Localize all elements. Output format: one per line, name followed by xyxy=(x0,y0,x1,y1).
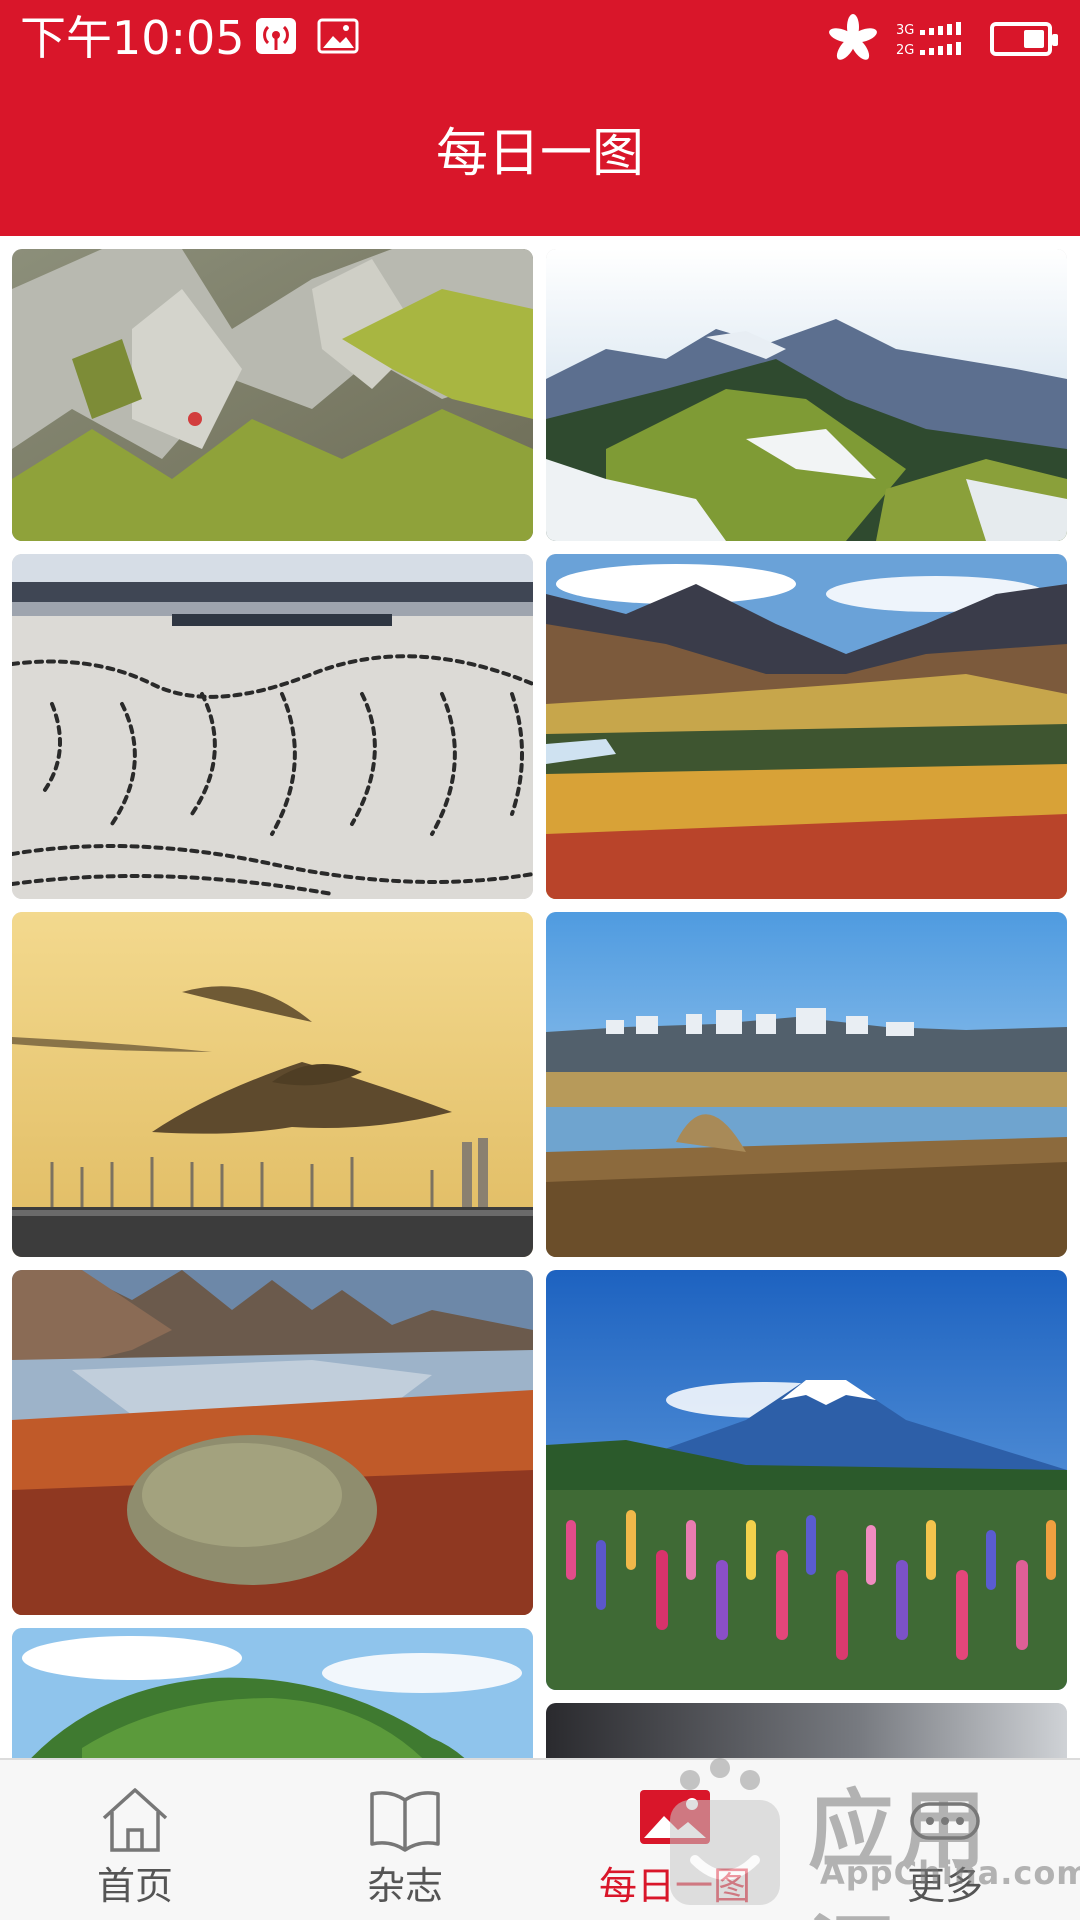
photo-tile-forest[interactable] xyxy=(12,1628,533,1758)
tab-label: 杂志 xyxy=(366,1864,443,1908)
watermark-title: 应用汇 xyxy=(808,1781,992,1920)
photo-tile-autumn-valley[interactable] xyxy=(546,554,1067,899)
wifi-hotspot-icon xyxy=(256,18,296,54)
appchina-logo-icon xyxy=(670,1758,780,1905)
appchina-watermark: 应用汇 AppChina.com xyxy=(630,1740,1080,1920)
photo-tile-fuji-flowers[interactable] xyxy=(546,1270,1067,1690)
tab-magazine[interactable]: 杂志 xyxy=(270,1760,540,1920)
svg-text:3G: 3G xyxy=(896,23,914,38)
photo-image xyxy=(546,554,1067,899)
photo-image xyxy=(12,1628,533,1758)
home-icon xyxy=(102,1788,168,1852)
app-header: 下午10:05 3G 2G 每日一图 xyxy=(0,0,1080,236)
photo-image xyxy=(12,912,533,1257)
status-bar: 下午10:05 3G 2G xyxy=(0,0,1080,78)
svg-text:2G: 2G xyxy=(896,43,914,58)
status-time: 下午10:05 xyxy=(20,11,245,65)
photo-image xyxy=(12,249,533,541)
watermark-subtitle: AppChina.com xyxy=(820,1854,1080,1892)
photo-tile-tidal-flats[interactable] xyxy=(12,554,533,899)
tab-home[interactable]: 首页 xyxy=(0,1760,270,1920)
photo-tile-bird-flock[interactable] xyxy=(12,912,533,1257)
photo-image xyxy=(546,1270,1067,1690)
photo-image xyxy=(12,1270,533,1615)
photo-tile-mountain-ridge[interactable] xyxy=(546,249,1067,541)
photo-image xyxy=(546,912,1067,1257)
hk-flag-icon xyxy=(829,14,877,60)
image-icon xyxy=(317,18,359,54)
photo-tile-lake-boulder[interactable] xyxy=(12,1270,533,1615)
photo-tile-cliff[interactable] xyxy=(12,249,533,541)
photo-image xyxy=(546,249,1067,541)
book-icon xyxy=(370,1791,440,1852)
tab-label: 首页 xyxy=(96,1864,173,1908)
photo-grid[interactable] xyxy=(0,236,1080,1758)
battery-icon xyxy=(990,22,1058,56)
page-title: 每日一图 xyxy=(435,124,644,184)
photo-image xyxy=(12,554,533,899)
photo-tile-coastal-town[interactable] xyxy=(546,912,1067,1257)
